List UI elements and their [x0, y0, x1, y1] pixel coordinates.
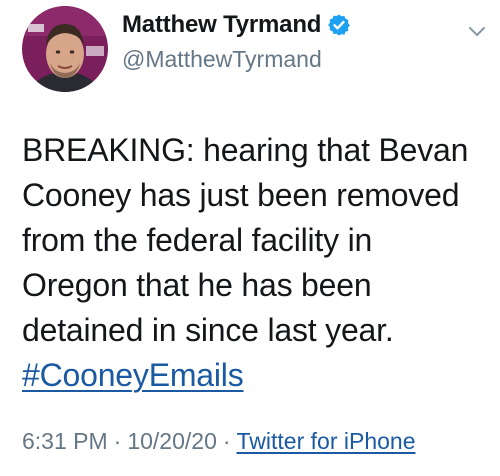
chevron-down-icon[interactable]: [466, 20, 488, 42]
tweet-text: BREAKING: hearing that Bevan Cooney has …: [22, 128, 492, 398]
verified-badge-icon: [327, 13, 351, 37]
tweet-text-line: BREAKING: hearing that Bevan: [22, 132, 469, 168]
tweet-text-line: from the federal facility in: [22, 222, 373, 258]
tweet-date[interactable]: 10/20/20: [127, 428, 217, 454]
avatar-image: [22, 6, 108, 92]
display-name[interactable]: Matthew Tyrmand: [122, 11, 321, 39]
handle[interactable]: @MatthewTyrmand: [122, 46, 351, 73]
tweet-text-line: detained in since last year.: [22, 312, 394, 348]
author-info: Matthew Tyrmand @MatthewTyrmand: [122, 8, 351, 73]
tweet-text-line: Oregon that he has been: [22, 267, 372, 303]
hashtag-link[interactable]: #CooneyEmails: [22, 357, 244, 393]
avatar[interactable]: [22, 6, 108, 92]
tweet-meta: 6:31 PM · 10/20/20 · Twitter for iPhone: [22, 428, 416, 455]
tweet-card: Matthew Tyrmand @MatthewTyrmand BREAKING…: [0, 0, 500, 476]
source-link[interactable]: Twitter for iPhone: [237, 428, 416, 454]
meta-separator: ·: [222, 428, 231, 454]
tweet-time[interactable]: 6:31 PM: [22, 428, 108, 454]
tweet-text-line: Cooney has just been removed: [22, 177, 460, 213]
display-name-row: Matthew Tyrmand: [122, 8, 351, 42]
meta-separator: ·: [113, 428, 122, 454]
